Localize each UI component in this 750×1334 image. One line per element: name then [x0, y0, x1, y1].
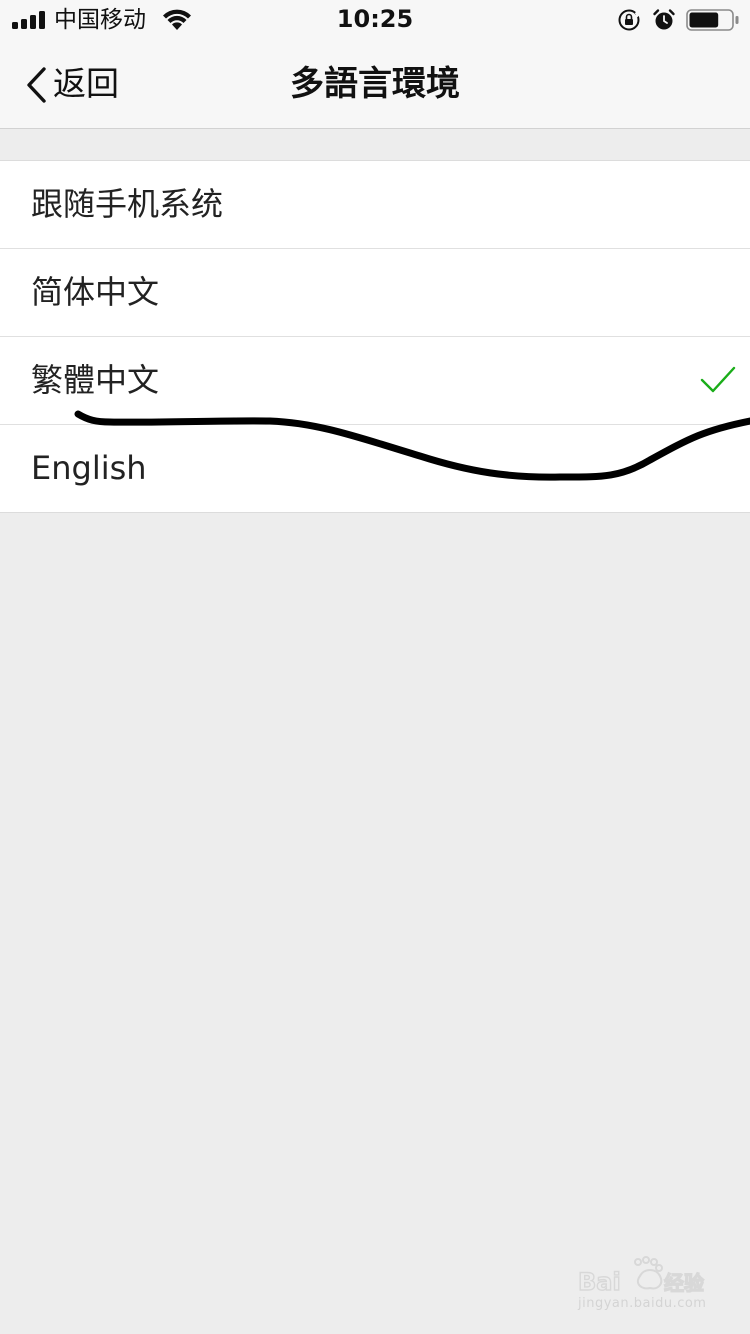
battery-icon — [686, 9, 739, 31]
status-bar: 中国移动 10:25 — [0, 0, 750, 40]
language-option-label: English — [31, 449, 147, 487]
rotation-lock-icon — [618, 9, 641, 31]
language-list: 跟随手机系统 简体中文 繁體中文 English — [0, 160, 750, 513]
language-option-english[interactable]: English — [0, 424, 750, 512]
language-option-follow-system[interactable]: 跟随手机系统 — [0, 161, 750, 248]
baidu-watermark: Bai 经验 jingyan.baidu.com — [570, 1250, 740, 1320]
language-option-label: 跟随手机系统 — [31, 185, 224, 223]
watermark-url: jingyan.baidu.com — [578, 1296, 707, 1311]
svg-text:经验: 经验 — [664, 1271, 704, 1295]
language-option-label: 繁體中文 — [31, 361, 160, 399]
language-option-simplified-chinese[interactable]: 简体中文 — [0, 248, 750, 336]
alarm-icon — [653, 9, 675, 30]
checkmark-icon — [700, 366, 736, 393]
language-option-traditional-chinese[interactable]: 繁體中文 — [0, 336, 750, 424]
baidu-logo-icon: Bai 经验 — [577, 1256, 705, 1297]
language-option-label: 简体中文 — [31, 273, 160, 311]
navigation-bar: 返回 多語言環境 — [0, 40, 750, 129]
svg-text:Bai: Bai — [578, 1268, 621, 1296]
page-title: 多語言環境 — [290, 64, 460, 104]
